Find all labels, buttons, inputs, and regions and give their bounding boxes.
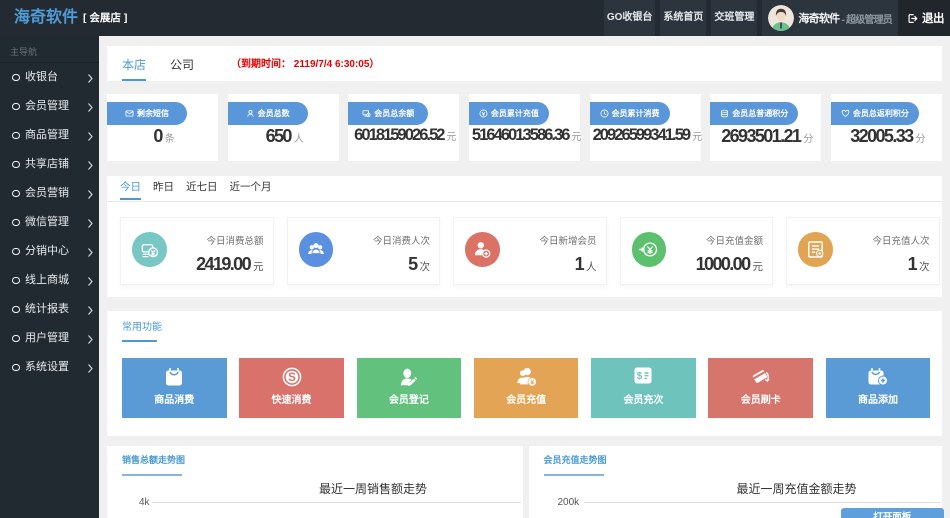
svg-text:$: $ xyxy=(637,371,643,382)
svg-text:S: S xyxy=(288,372,296,384)
svg-text:¥: ¥ xyxy=(530,379,534,386)
